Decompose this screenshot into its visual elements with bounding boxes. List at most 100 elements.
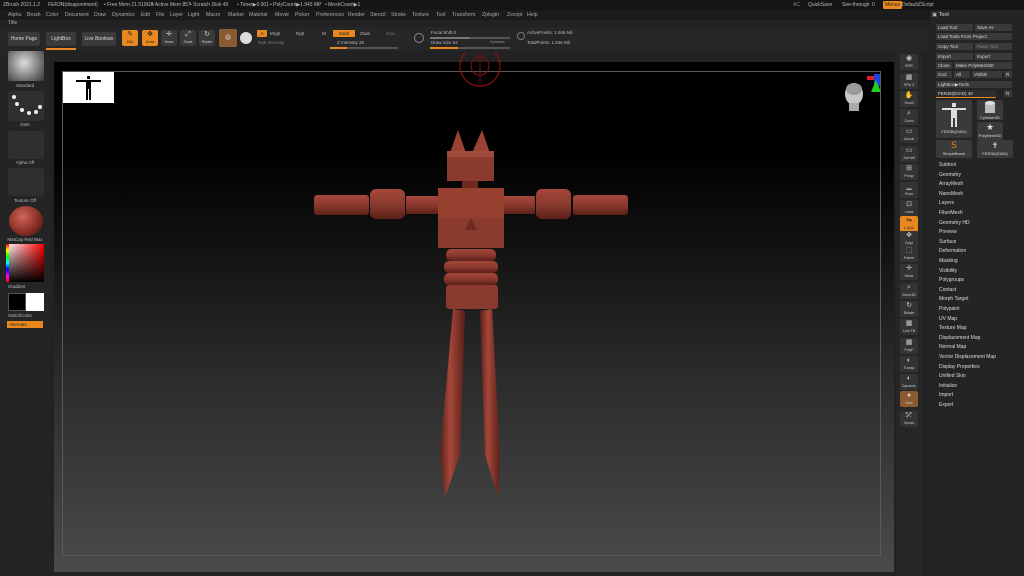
z-intensity-slider[interactable]: Z Intensity 25 (337, 40, 364, 46)
shelf-actual-button[interactable]: ▭ Actual (900, 127, 918, 143)
subpalette-export[interactable]: Export (939, 402, 953, 409)
shelf-spix-button[interactable]: ▦ SPix 3 (900, 73, 918, 89)
zcut-button[interactable]: Zcut (386, 31, 395, 37)
a-button[interactable]: A (257, 30, 267, 37)
menu-transform[interactable]: Transform (452, 10, 475, 20)
primary-color-swatch[interactable] (8, 293, 26, 311)
menu-stroke[interactable]: Stroke (391, 10, 406, 20)
m-button[interactable]: M (322, 31, 326, 37)
tool-thumb-simplebrush[interactable]: S SimpleBrush (936, 140, 972, 158)
menu-file[interactable]: File (156, 10, 164, 20)
subpalette-morph-target[interactable]: Morph Target (939, 296, 968, 303)
menu-stencil[interactable]: Stencil (370, 10, 386, 20)
alternate-button[interactable]: Alternate (7, 321, 43, 328)
focal-shift-slider[interactable]: Focal Shift 0 (431, 30, 456, 36)
menu-edit[interactable]: Edit (141, 10, 150, 20)
shelf-aahalf-button[interactable]: ▭ AAHalf (900, 146, 918, 162)
lightbox-tools-button[interactable]: Lightbox▶Tools (936, 81, 1012, 88)
shelf-zoom3d-button[interactable]: ⌕ Zoom3D (900, 283, 918, 299)
menu-help[interactable]: Help (527, 10, 538, 20)
z-intensity-track[interactable] (330, 47, 398, 49)
menu-draw[interactable]: Draw (94, 10, 106, 20)
menu-macro[interactable]: Macro (206, 10, 220, 20)
subpalette-masking[interactable]: Masking (939, 258, 958, 265)
menu-render[interactable]: Render (348, 10, 365, 20)
robot-model[interactable] (300, 125, 640, 505)
subpalette-texture-map[interactable]: Texture Map (939, 325, 967, 332)
subpalette-polygroups[interactable]: Polygroups (939, 277, 964, 284)
hue-strip[interactable] (6, 244, 9, 282)
menu-zscript[interactable]: Zscript (507, 10, 523, 20)
r2-button[interactable]: R (1004, 90, 1012, 97)
subpalette-normal-map[interactable]: Normal Map (939, 344, 966, 351)
shelf-linefill-button[interactable]: ▦ Line Fill (900, 319, 918, 335)
export-button[interactable]: Export (975, 53, 1012, 60)
texture-thumb[interactable] (8, 168, 44, 196)
shelf-xyz-button[interactable]: ✥ Gxyz (900, 231, 918, 247)
tool-thumb-cylinder3d[interactable]: Cylinder3D (977, 100, 1003, 120)
menu-picker[interactable]: Picker (295, 10, 309, 20)
gizmo-icon[interactable] (450, 52, 510, 88)
menu-material[interactable]: Material (249, 10, 267, 20)
move-button[interactable]: ✛ Move (161, 30, 177, 46)
color-picker[interactable] (6, 244, 44, 282)
dynamic-toggle[interactable]: Dynamic (490, 39, 505, 45)
menu-brush[interactable]: Brush (27, 10, 41, 20)
secondary-color-swatch[interactable] (26, 293, 44, 311)
mrgb-button[interactable]: Mrgb (270, 31, 280, 37)
make-polymesh3d-button[interactable]: Make PolyMesh3D (954, 62, 1012, 69)
clone-button[interactable]: Clone (936, 62, 952, 69)
lightbox-button[interactable]: LightBox (46, 32, 76, 46)
menu-tool[interactable]: Tool (436, 10, 446, 20)
brush-sphere-icon[interactable] (240, 32, 252, 44)
tool-thumb-fer3n-diad[interactable]: FER3N(DIAD) (936, 100, 972, 138)
draw-size-track[interactable] (430, 47, 510, 49)
subpalette-uv-map[interactable]: UV Map (939, 316, 957, 323)
shelf-polyf-button[interactable]: ▦ PolyF (900, 338, 918, 354)
subpalette-nanomesh[interactable]: NanoMesh (939, 191, 963, 198)
subpalette-polypaint[interactable]: Polypaint (939, 306, 960, 313)
shelf-persp-button[interactable]: ⊞ Persp (900, 164, 918, 180)
menu-marker[interactable]: Marker (228, 10, 244, 20)
seethrough-slider[interactable]: See-through (842, 0, 870, 10)
copy-tool-button[interactable]: Copy Tool (936, 43, 973, 50)
tool-thumb-fer3n-diad-2[interactable]: ✝ FER3N(DIAD) (977, 140, 1013, 158)
zadd-button[interactable]: Zadd (333, 30, 355, 37)
menu-preferences[interactable]: Preferences (316, 10, 344, 20)
material-swatch-button[interactable]: ◍ (219, 29, 237, 47)
alpha-thumb[interactable] (8, 131, 44, 159)
current-tool-slider[interactable]: FER3N(DIAD) 48 (936, 90, 996, 97)
menu-texture[interactable]: Texture (412, 10, 429, 20)
subpalette-geometry[interactable]: Geometry (939, 172, 961, 179)
subpalette-geometry-hd[interactable]: Geometry HD (939, 220, 970, 227)
tool-thumb-polymesh3d[interactable]: ★ PolyMesh3D (977, 122, 1003, 140)
shelf-bpr-button[interactable]: ◉ BPR (900, 54, 918, 70)
subpalette-preview[interactable]: Preview (939, 229, 957, 236)
subpalette-vector-displacement-map[interactable]: Vector Displacement Map (939, 354, 996, 361)
edit-button[interactable]: ✎ Edit (122, 30, 138, 46)
shelf-transp-button[interactable]: ◐ Transp (900, 356, 918, 372)
home-page-button[interactable]: Home Page (8, 32, 40, 46)
menu-light[interactable]: Light (188, 10, 199, 20)
scale-button[interactable]: ⤢ Scale (180, 30, 196, 46)
import-button[interactable]: Import (936, 53, 973, 60)
menu-alpha[interactable]: Alpha (8, 10, 21, 20)
goz-button[interactable]: GoZ (936, 71, 952, 78)
subpalette-subtool[interactable]: Subtool (939, 162, 956, 169)
subpalette-initialize[interactable]: Initialize (939, 383, 957, 390)
paste-tool-button[interactable]: Paste Tool (975, 43, 1012, 50)
load-tool-button[interactable]: Load Tool (936, 24, 973, 31)
shelf-xpose-button[interactable]: ⤱ Xpose (900, 411, 918, 427)
rotate-button[interactable]: ↻ Rotate (199, 30, 215, 46)
shelf-local-button[interactable]: ⊡ Local (900, 200, 918, 216)
zsub-button[interactable]: Zsub (360, 31, 370, 37)
head-navigator-icon[interactable] (838, 72, 886, 122)
standard-brush-thumb[interactable] (8, 51, 44, 81)
menu-dynamics[interactable]: Dynamics (112, 10, 135, 20)
switch-color-button[interactable]: SwitchColor (8, 313, 58, 318)
save-as-button[interactable]: Save As (975, 24, 1012, 31)
shelf-lsym-button[interactable]: ⇋ L.Sym (900, 216, 918, 232)
default-zscript[interactable]: DefaultZScript (902, 0, 934, 10)
shelf-frame-button[interactable]: ⬚ Frame (900, 246, 918, 262)
rgb-button[interactable]: Rgb (296, 31, 304, 37)
